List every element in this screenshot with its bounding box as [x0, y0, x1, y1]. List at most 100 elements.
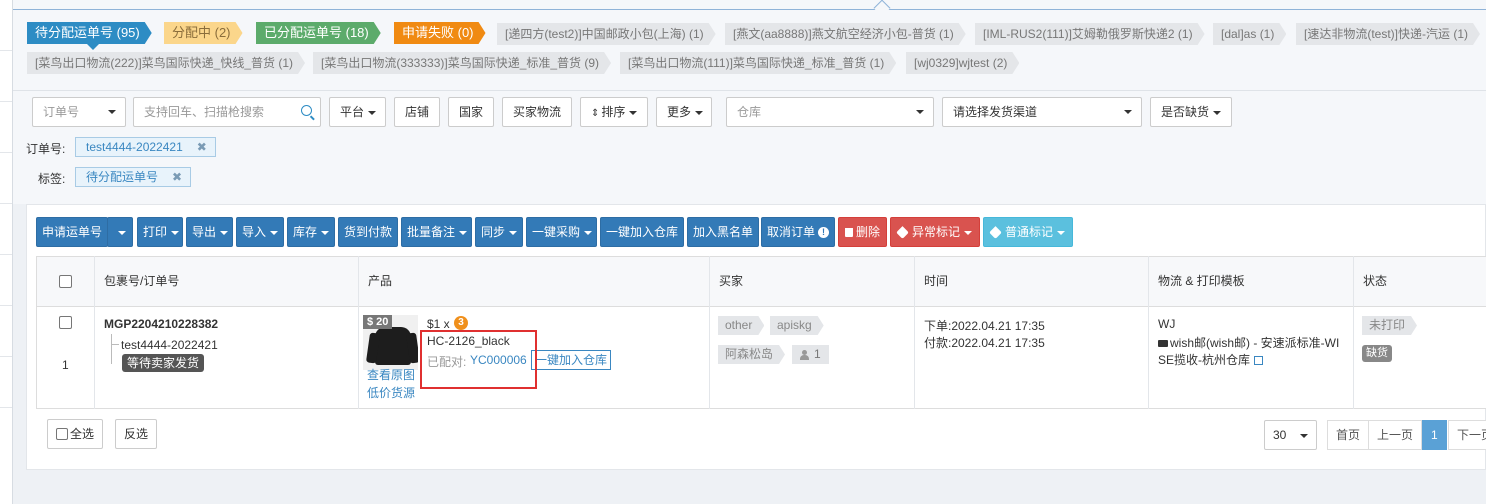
- low-price-source-link[interactable]: 低价货源: [367, 384, 415, 401]
- out-of-stock-dropdown[interactable]: 是否缺货: [1150, 97, 1232, 127]
- tag-icon: [896, 226, 909, 240]
- row-index: 1: [62, 358, 69, 372]
- buyer-logistics-button[interactable]: 买家物流: [502, 97, 572, 127]
- chevron-down-icon: [509, 230, 518, 235]
- status-badge: 等待卖家发货: [122, 354, 205, 372]
- order-type-select[interactable]: 订单号: [32, 97, 126, 127]
- header-product: 产品: [368, 274, 393, 288]
- tab-pending-waybill[interactable]: 待分配运单号 (95): [27, 22, 152, 44]
- column-divider: [358, 256, 359, 409]
- warehouse-select[interactable]: 仓库: [726, 97, 934, 127]
- sort-icon: ⇕: [591, 108, 600, 119]
- highlight-box: [420, 330, 537, 389]
- invert-select-button[interactable]: 反选: [115, 419, 158, 449]
- page-size-select[interactable]: 30: [1264, 420, 1317, 450]
- close-icon[interactable]: ✖: [197, 140, 207, 154]
- batch-note-button[interactable]: 批量备注: [401, 217, 472, 247]
- chevron-down-icon: [270, 230, 279, 235]
- tab-failed[interactable]: 申请失败 (0): [394, 22, 486, 44]
- column-divider: [914, 256, 915, 409]
- chevron-down-icon: [916, 110, 924, 114]
- apply-waybill-dropdown[interactable]: [107, 217, 133, 247]
- header-status: 状态: [1363, 274, 1388, 288]
- user-icon: [800, 349, 809, 360]
- abnormal-mark-button[interactable]: 异常标记: [890, 217, 980, 247]
- table-header: [36, 256, 1486, 307]
- select-all-button[interactable]: 全选: [47, 419, 104, 449]
- stock-button[interactable]: 库存: [287, 217, 335, 247]
- product-thumbnail[interactable]: $ 20: [363, 315, 418, 370]
- select-all-header-checkbox[interactable]: [59, 275, 72, 288]
- order-time: 下单:2022.04.21 17:35: [924, 319, 1045, 333]
- channel-tag[interactable]: [wj0329]wjtest (2): [906, 52, 1019, 74]
- platform-dropdown[interactable]: 平台: [329, 97, 386, 127]
- print-button[interactable]: 打印: [137, 217, 183, 247]
- chevron-down-icon: [1057, 230, 1065, 235]
- order-number[interactable]: test4444-2022421: [121, 338, 218, 352]
- channel-tag[interactable]: [IML-RUS2(111)]艾姆勒俄罗斯快递2 (1): [975, 23, 1205, 45]
- view-image-link[interactable]: 查看原图: [367, 366, 415, 383]
- search-input[interactable]: 支持回车、扫描枪搜索: [133, 97, 321, 127]
- price-badge: $ 20: [363, 315, 393, 329]
- sync-button[interactable]: 同步: [475, 217, 523, 247]
- active-tab-pointer: [86, 43, 100, 50]
- chevron-down-icon: [321, 230, 330, 235]
- tab-allocating[interactable]: 分配中 (2): [164, 22, 243, 44]
- column-divider: [1353, 256, 1354, 409]
- shop-button[interactable]: 店铺: [394, 97, 440, 127]
- prev-page-button[interactable]: 上一页: [1368, 420, 1423, 450]
- add-to-warehouse-button[interactable]: 一键加入仓库: [531, 350, 612, 370]
- package-number[interactable]: MGP2204210228382: [104, 317, 218, 331]
- channel-tag[interactable]: [速达非物流(test)]快递-汽运 (1): [1296, 23, 1480, 45]
- add-warehouse-button[interactable]: 一键加入仓库: [600, 217, 684, 247]
- channel-tag[interactable]: [菜鸟出口物流(222)]菜鸟国际快递_快线_普货 (1): [27, 52, 305, 74]
- tag-filter-chip[interactable]: 待分配运单号 ✖: [75, 167, 192, 187]
- channel-tag[interactable]: [菜鸟出口物流(333333)]菜鸟国际快递_标准_普货 (9): [313, 52, 611, 74]
- pay-time: 付款:2022.04.21 17:35: [924, 336, 1045, 350]
- tab-allocated[interactable]: 已分配运单号 (18): [256, 22, 381, 44]
- chevron-down-icon: [118, 230, 126, 235]
- import-button[interactable]: 导入: [236, 217, 284, 247]
- buyer-tag: other: [718, 316, 764, 335]
- edit-icon[interactable]: [1254, 356, 1264, 366]
- blacklist-button[interactable]: 加入黑名单: [687, 217, 759, 247]
- unit-price-qty: $1 x: [427, 317, 450, 331]
- channel-tag[interactable]: [dal]as (1): [1213, 23, 1286, 45]
- order-filter-chip[interactable]: test4444-2022421 ✖: [75, 137, 216, 157]
- stock-status-badge: 缺货: [1362, 345, 1392, 362]
- chevron-down-icon: [1124, 110, 1132, 114]
- normal-mark-button[interactable]: 普通标记: [983, 217, 1073, 247]
- chevron-down-icon: [629, 110, 638, 115]
- carrier-name: WJ: [1158, 317, 1176, 331]
- close-icon[interactable]: ✖: [172, 170, 182, 184]
- select-all-checkbox[interactable]: [56, 427, 68, 440]
- first-page-button[interactable]: 首页: [1327, 420, 1370, 450]
- purchase-button[interactable]: 一键采购: [526, 217, 597, 247]
- column-divider: [94, 256, 95, 409]
- left-sidebar-edge: [0, 0, 13, 504]
- more-dropdown[interactable]: 更多: [656, 97, 712, 127]
- chevron-down-icon: [368, 110, 377, 115]
- chevron-down-icon: [695, 110, 704, 115]
- chevron-down-icon: [108, 110, 116, 114]
- current-page[interactable]: 1: [1422, 420, 1447, 450]
- tab-band: [13, 0, 1486, 90]
- country-button[interactable]: 国家: [448, 97, 494, 127]
- row-checkbox[interactable]: [59, 316, 72, 329]
- apply-waybill-button[interactable]: 申请运单号: [36, 217, 108, 247]
- sort-dropdown[interactable]: ⇕ 排序: [580, 97, 648, 127]
- next-page-button[interactable]: 下一页: [1448, 420, 1486, 450]
- buyer-country: 阿森松岛: [718, 345, 785, 364]
- export-button[interactable]: 导出: [186, 217, 233, 247]
- channel-tag[interactable]: [燕文(aa8888)]燕文航空经济小包-普货 (1): [725, 23, 966, 45]
- cancel-order-button[interactable]: 取消订单!: [761, 217, 835, 247]
- chevron-down-icon: [1300, 434, 1308, 438]
- channel-select[interactable]: 请选择发货渠道: [942, 97, 1142, 127]
- cod-button[interactable]: 货到付款: [338, 217, 398, 247]
- delete-button[interactable]: 删除: [838, 217, 887, 247]
- search-icon[interactable]: [301, 105, 312, 116]
- channel-tag[interactable]: [递四方(test2)]中国邮政小包(上海) (1): [497, 23, 716, 45]
- channel-tag[interactable]: [菜鸟出口物流(111)]菜鸟国际快递_标准_普货 (1): [620, 52, 896, 74]
- chevron-down-icon: [584, 230, 593, 235]
- sweater-image: [375, 327, 411, 365]
